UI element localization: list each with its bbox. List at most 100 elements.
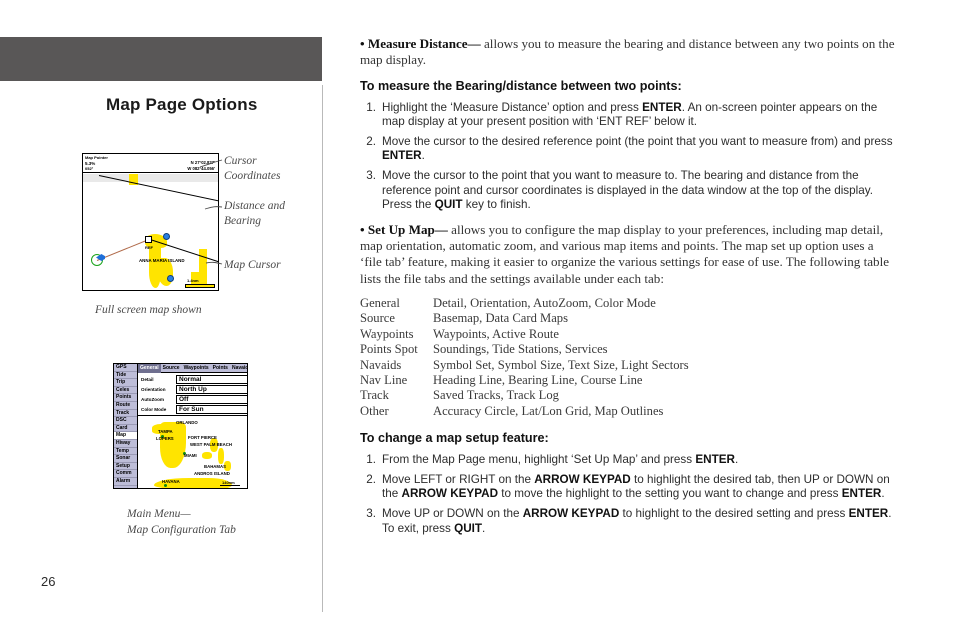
table-row: Waypoints Waypoints, Active Route [360,327,689,342]
map-land-shape [202,452,212,459]
map-config-tab-source[interactable]: Source [161,364,182,373]
key-name: QUIT [434,198,463,212]
table-row: Track Saved Tracks, Track Log [360,388,689,403]
map-longitude-value: W 082°44.056' [187,165,215,171]
map-data-window: Map Pointer 5.3% 052° N 27°02.827' W 082… [83,154,218,173]
caption-line: Map Configuration Tab [127,524,236,536]
steps-measure-distance: Highlight the ‘Measure Distance’ option … [360,101,897,213]
setting-row[interactable]: Orientation North Up [138,384,247,394]
main-menu-tab-points[interactable]: Points [114,394,137,402]
map-city-label: MIAMI [184,453,197,458]
annotation-line: Bearing [224,215,262,227]
setting-value[interactable]: Normal [176,374,247,384]
main-menu-tab-route[interactable]: Route [114,402,137,410]
body-column: • Measure Distance— allows you to measur… [360,36,897,545]
map-island-label: ANNA MARIA ISLAND [139,258,185,263]
main-menu-tab-map[interactable]: Map [114,432,137,440]
step-text: Highlight the ‘Measure Distance’ option … [382,100,643,114]
step-text: Move the cursor to the desired reference… [382,134,893,148]
paragraph-measure-distance: • Measure Distance— allows you to measur… [360,36,897,69]
page-canvas: Reference Map Page Options 26 Map Pointe… [0,0,954,618]
tab-settings-cell: Waypoints, Active Route [433,326,559,341]
table-map-setup-tabs: General Detail, Orientation, AutoZoom, Co… [360,296,689,419]
key-name: ARROW KEYPAD [401,487,499,501]
setting-value[interactable]: Off [176,394,247,404]
main-menu-tab-setup[interactable]: Setup [114,463,137,471]
setting-row[interactable]: Detail Normal [138,374,247,384]
main-menu-tab-dsc[interactable]: DSC [114,417,137,425]
tab-name-cell: Nav Line [360,372,408,387]
main-menu-tab-comm[interactable]: Comm [114,470,137,478]
map-bearing-value: 052° [85,166,94,171]
step-item: From the Map Page menu, highlight ‘Set U… [360,453,897,468]
main-menu-content: GeneralSourceWaypointsPointsNavaids Deta… [138,364,247,488]
navaid-icon [167,275,174,282]
step-item: Move LEFT or RIGHT on the ARROW KEYPAD t… [360,473,897,502]
paragraph-set-up-map: • Set Up Map— allows you to configure th… [360,222,897,287]
map-config-top-tabs: GeneralSourceWaypointsPointsNavaids [138,364,247,373]
tab-settings-cell: Soundings, Tide Stations, Services [433,342,608,357]
annotation-map-cursor: Map Cursor [224,259,281,271]
map-region-label: ANDROS ISLAND [194,471,230,476]
step-text: to move the highlight to the setting you… [498,487,842,501]
map-config-tab-points[interactable]: Points [211,364,230,373]
key-name: ENTER [841,487,882,501]
main-menu-tab-temp[interactable]: Temp [114,448,137,456]
city-dot-icon [164,484,167,487]
key-name: QUIT [454,521,483,535]
setting-label: AutoZoom [141,396,164,402]
page-number: 26 [41,574,56,589]
main-menu-tab-hiway[interactable]: Hiway [114,440,137,448]
setting-row[interactable]: AutoZoom Off [138,394,247,404]
annotation-line: Cursor [224,155,257,167]
tab-settings-cell: Detail, Orientation, AutoZoom, Color Mod… [433,295,656,310]
step-item: Highlight the ‘Measure Distance’ option … [360,101,897,130]
map-city-label: TAMPA [158,429,173,434]
tab-name-cell: Waypoints [360,326,414,341]
annotation-cursor-coordinates: Cursor Coordinates [224,154,280,184]
tab-settings-cell: Heading Line, Bearing Line, Course Line [433,372,643,387]
map-city-label: SANTA CLARA [192,487,223,488]
setting-value[interactable]: For Sun [176,404,247,414]
step-text: From the Map Page menu, highlight ‘Set U… [382,453,696,467]
heading-change-setup: To change a map setup feature: [360,431,549,446]
tab-name-cell: General [360,295,400,310]
page-title: Map Page Options [106,95,258,114]
key-name: ARROW KEYPAD [522,506,620,520]
column-divider [322,85,323,612]
main-menu-tab-trip[interactable]: Trip [114,379,137,387]
map-config-tab-waypoints[interactable]: Waypoints [182,364,211,373]
setting-value[interactable]: North Up [176,384,247,394]
map-config-tab-navaids[interactable]: Navaids [230,364,247,373]
tab-settings-cell: Accuracy Circle, Lat/Lon Grid, Map Outli… [433,403,664,418]
step-item: Move the cursor to the point that you wa… [360,169,897,213]
setting-row[interactable]: Color Mode For Sun [138,404,247,414]
main-menu-tab-gps[interactable]: GPS [114,364,137,372]
tab-name-cell: Source [360,311,395,326]
tab-name-cell: Track [360,388,389,403]
main-menu-tab-tide[interactable]: Tide [114,372,137,380]
key-name: ENTER [642,100,682,114]
map-city-label: ORLANDO [176,420,198,425]
key-name: ARROW KEYPAD [534,472,631,486]
tab-settings-cell: Symbol Set, Symbol Size, Text Size, Ligh… [433,357,689,372]
step-text: key to finish. [462,198,531,212]
setting-label: Orientation [141,386,166,392]
main-menu-tab-card[interactable]: Card [114,425,137,433]
term-measure-distance: • Measure Distance— [360,36,481,51]
figure-map-screen: Map Pointer 5.3% 052° N 27°02.827' W 082… [82,153,219,291]
figure-main-menu-caption: Main Menu— Map Configuration Tab [127,506,236,538]
main-menu-tab-track[interactable]: Track [114,410,137,418]
step-text: . [421,149,425,163]
ent-ref-label: REF [145,245,153,250]
table-row: Points Spot Soundings, Tide Stations, Ser… [360,342,689,357]
tab-settings-cell: Saved Tracks, Track Log [433,388,559,403]
key-name: ENTER [695,453,735,467]
step-text: Move LEFT or RIGHT on the [382,472,535,486]
map-config-tab-general[interactable]: General [138,364,161,373]
main-menu-tab-sonar[interactable]: Sonar [114,455,137,463]
map-config-preview-map: ORLANDO TAMPA LOPERS FORT PIERCE WEST PA… [138,415,247,488]
main-menu-tab-celes[interactable]: Celes [114,387,137,395]
main-menu-tab-alarm[interactable]: Alarm [114,478,137,486]
step-text: . [482,521,486,535]
